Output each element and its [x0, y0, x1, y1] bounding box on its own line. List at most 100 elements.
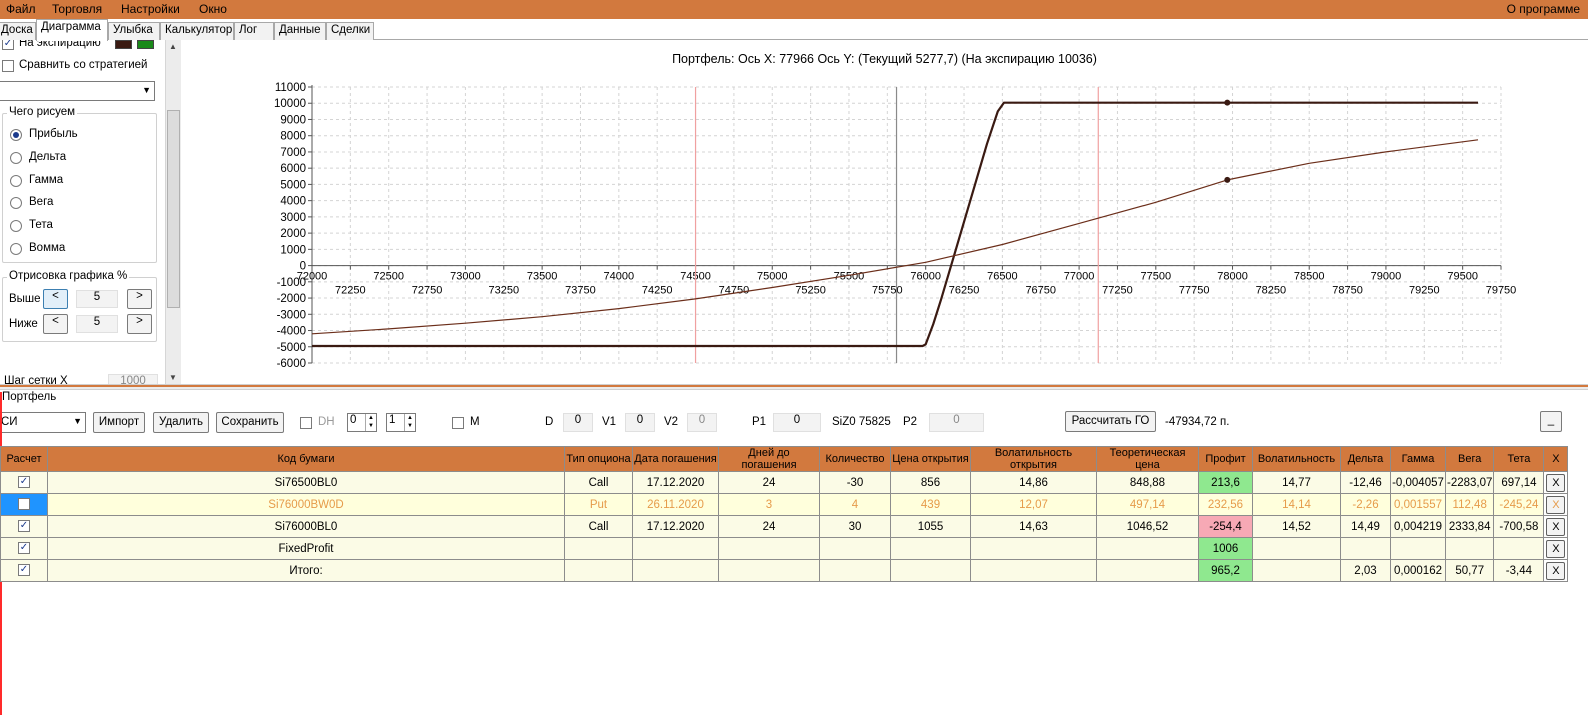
- col-gamma[interactable]: Гамма: [1390, 446, 1446, 472]
- scroll-down-icon[interactable]: ▼: [169, 373, 177, 382]
- col-profit[interactable]: Профит: [1198, 446, 1253, 472]
- col-volatility[interactable]: Волатильность: [1252, 446, 1341, 472]
- payoff-chart[interactable]: 11000 10000 9000 8000 7000 6000 5000 4000 3000 20…: [181, 40, 1588, 384]
- v2-input[interactable]: 0: [687, 413, 717, 432]
- radio-delta[interactable]: [10, 152, 22, 164]
- col-theoretical-price[interactable]: Теоретическая цена: [1096, 446, 1199, 472]
- scroll-up-icon[interactable]: ▲: [169, 42, 177, 51]
- below-decrease-button[interactable]: <: [43, 314, 68, 334]
- above-value[interactable]: 5: [76, 290, 118, 308]
- p1-label: P1: [752, 416, 767, 428]
- x-tick-label: 78250: [1256, 285, 1287, 297]
- import-button[interactable]: Импорт: [93, 412, 145, 433]
- col-open-volatility[interactable]: Волатильность открытия: [970, 446, 1097, 472]
- cell-theoretical-price: [1096, 559, 1199, 582]
- cell-theoretical-price: 848,88: [1096, 471, 1199, 494]
- tab-data[interactable]: Данные: [274, 22, 326, 40]
- m-checkbox[interactable]: [452, 417, 464, 429]
- radio-vomma-label: Вомма: [29, 242, 66, 254]
- cell-code: FixedProfit: [47, 537, 565, 560]
- tab-smile[interactable]: Улыбка: [108, 22, 160, 40]
- portfolio-select[interactable]: СИ ▼: [0, 412, 86, 433]
- grid-step-input[interactable]: 1000: [108, 374, 158, 384]
- spin-arrows-icon[interactable]: ▲ ▼: [365, 414, 376, 431]
- row-delete-button[interactable]: X: [1546, 561, 1566, 580]
- col-vega[interactable]: Вега: [1444, 446, 1495, 472]
- row-delete-button[interactable]: X: [1546, 539, 1566, 558]
- table-row[interactable]: ✓ Si76000BL0 Call 17.12.2020 24 30 1055 14,63 10…: [0, 515, 1569, 538]
- col-calc[interactable]: Расчет: [0, 446, 48, 472]
- tab-chart[interactable]: Диаграмма: [36, 19, 108, 41]
- table-row[interactable]: Si76000BW0D Put 26.11.2020 3 4 439 12,07 497,14…: [0, 493, 1569, 516]
- save-button[interactable]: Сохранить: [216, 412, 284, 433]
- v1-label: V1: [602, 416, 617, 428]
- col-expiry-date[interactable]: Дата погашения: [632, 446, 719, 472]
- spin-arrows-icon[interactable]: ▲ ▼: [404, 414, 415, 431]
- p1-input[interactable]: 0: [773, 413, 821, 432]
- col-delete[interactable]: X: [1543, 446, 1569, 472]
- radio-theta[interactable]: [10, 220, 22, 232]
- table-row[interactable]: ✓ Итого: 965,2 2,03 0,000162 50,77 -3,44 X: [0, 559, 1569, 582]
- col-quantity[interactable]: Количество: [819, 446, 891, 472]
- calculate-go-button[interactable]: Рассчитать ГО: [1065, 411, 1156, 432]
- current-color-swatch[interactable]: [137, 40, 154, 49]
- chart-options-panel: ✓ На экспирацию Сравнить со стратегией ▼…: [0, 40, 181, 384]
- menu-settings[interactable]: Настройки: [121, 2, 180, 16]
- col-open-price[interactable]: Цена открытия: [890, 446, 971, 472]
- strategy-select[interactable]: ▼: [0, 81, 155, 101]
- row-calc-checkbox[interactable]: ✓: [18, 564, 30, 577]
- dh-checkbox[interactable]: [300, 417, 312, 429]
- above-increase-button[interactable]: >: [127, 289, 152, 309]
- row-calc-checkbox[interactable]: ✓: [18, 542, 30, 555]
- row-calc-checkbox[interactable]: ✓: [18, 476, 30, 489]
- radio-vomma[interactable]: [10, 243, 22, 255]
- minimize-button[interactable]: _: [1540, 411, 1562, 432]
- x-tick-label: 77500: [1141, 271, 1172, 283]
- v1-input[interactable]: 0: [625, 413, 655, 432]
- tab-deals[interactable]: Сделки: [326, 22, 374, 40]
- row-calc-checkbox[interactable]: ✓: [18, 520, 30, 533]
- cell-option-type: [564, 559, 633, 582]
- col-delta[interactable]: Дельта: [1340, 446, 1391, 472]
- dh-spin-1[interactable]: 0 ▲ ▼: [347, 413, 377, 432]
- below-increase-button[interactable]: >: [127, 314, 152, 334]
- table-row[interactable]: ✓ FixedProfit 1006 X: [0, 537, 1569, 560]
- table-row[interactable]: ✓ Si76500BL0 Call 17.12.2020 24 -30 856 14,86 84…: [0, 471, 1569, 494]
- below-value[interactable]: 5: [76, 315, 118, 333]
- p2-input[interactable]: 0: [929, 413, 984, 432]
- row-delete-button[interactable]: X: [1546, 473, 1566, 492]
- expiration-color-swatch[interactable]: [115, 40, 132, 49]
- row-delete-button[interactable]: X: [1546, 517, 1566, 536]
- menu-about[interactable]: О программе: [1507, 2, 1580, 16]
- menu-file[interactable]: Файл: [6, 2, 36, 16]
- col-theta[interactable]: Тета: [1493, 446, 1545, 472]
- cell-open-price: 856: [890, 471, 971, 494]
- d-input[interactable]: 0: [563, 413, 593, 432]
- col-days-to-expiry[interactable]: Дней до погашения: [718, 446, 820, 472]
- cell-volatility: [1252, 559, 1341, 582]
- col-code[interactable]: Код бумаги: [47, 446, 565, 472]
- scroll-thumb[interactable]: [167, 110, 180, 308]
- cell-profit: 965,2: [1198, 559, 1253, 582]
- cell-theta: 697,14: [1493, 471, 1545, 494]
- compare-strategy-checkbox[interactable]: [2, 60, 14, 72]
- tab-log[interactable]: Лог: [234, 22, 274, 40]
- radio-profit[interactable]: [10, 129, 22, 141]
- col-option-type[interactable]: Тип опциона: [564, 446, 633, 472]
- radio-gamma[interactable]: [10, 175, 22, 187]
- dh-spin-2[interactable]: 1 ▲ ▼: [386, 413, 416, 432]
- cell-open-volatility: 14,63: [970, 515, 1097, 538]
- tab-calculator[interactable]: Калькулятор: [160, 22, 234, 40]
- options-scrollbar[interactable]: ▲ ▼: [165, 40, 181, 384]
- radio-vega[interactable]: [10, 197, 22, 209]
- row-calc-checkbox[interactable]: [18, 498, 30, 511]
- menu-window[interactable]: Окно: [199, 2, 227, 16]
- delete-button[interactable]: Удалить: [153, 412, 209, 433]
- above-decrease-button[interactable]: <: [43, 289, 68, 309]
- tab-board[interactable]: Доска: [0, 22, 36, 40]
- menu-trading[interactable]: Торговля: [52, 2, 102, 16]
- y-tick-label: 6000: [280, 163, 306, 175]
- dh-label: DH: [318, 416, 335, 428]
- row-delete-button[interactable]: X: [1546, 495, 1566, 514]
- expiration-checkbox[interactable]: ✓: [2, 40, 14, 50]
